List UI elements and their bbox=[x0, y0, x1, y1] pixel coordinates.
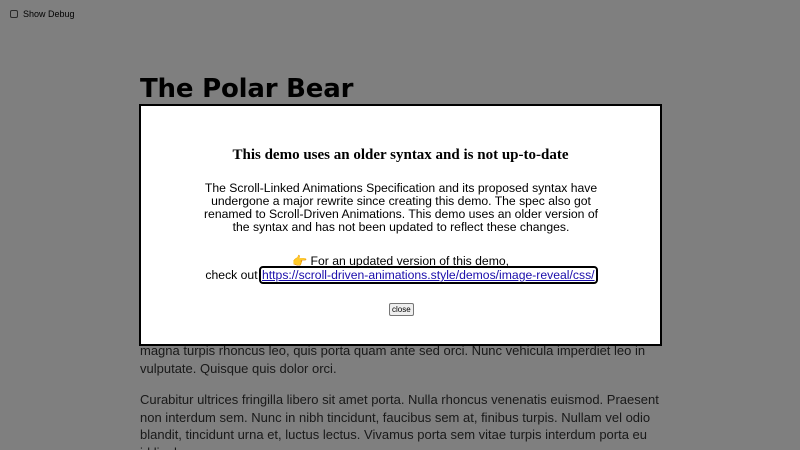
dialog-update-notice: 👉 For an updated version of this demo, c… bbox=[141, 254, 660, 284]
pointing-hand-icon: 👉 bbox=[291, 254, 308, 268]
outdated-demo-dialog: This demo uses an older syntax and is no… bbox=[139, 104, 662, 346]
updated-demo-link[interactable]: https://scroll-driven-animations.style/d… bbox=[258, 266, 598, 284]
close-button[interactable]: close bbox=[389, 303, 414, 316]
update-notice-prefix: check out bbox=[205, 268, 258, 282]
update-notice-line1: For an updated version of this demo, bbox=[310, 254, 510, 268]
dialog-title: This demo uses an older syntax and is no… bbox=[232, 147, 569, 163]
dialog-body-text: The Scroll-Linked Animations Specificati… bbox=[203, 181, 599, 234]
